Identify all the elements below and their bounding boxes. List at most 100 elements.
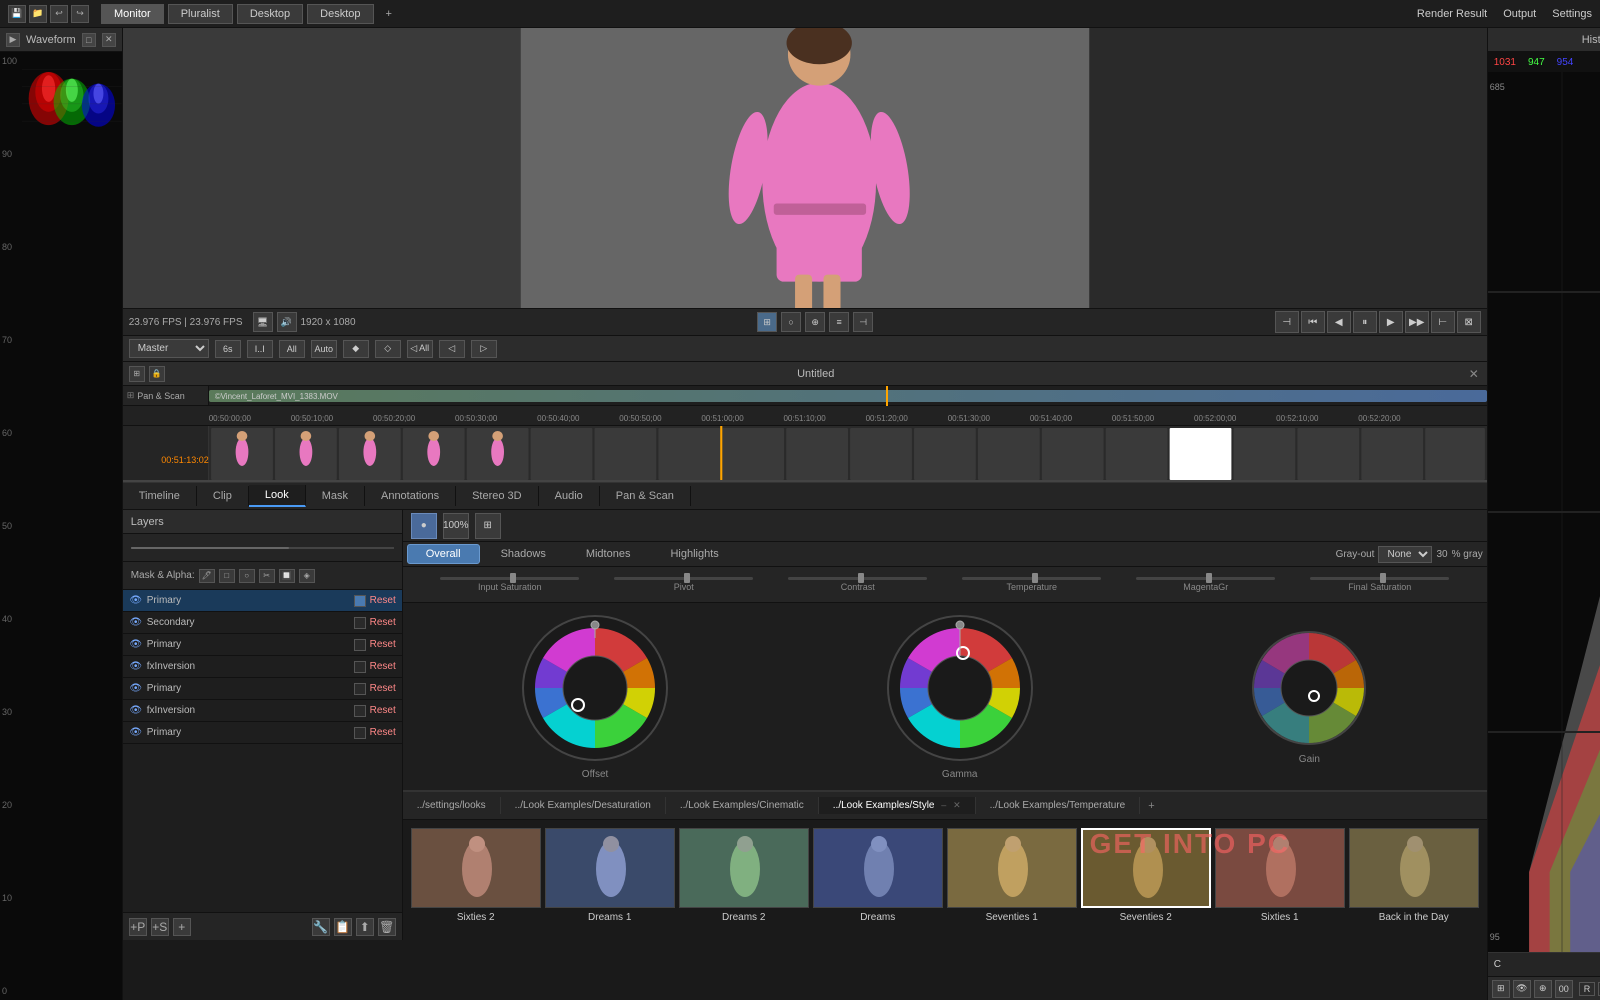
layer-reset-4[interactable]: Reset xyxy=(370,661,396,672)
tab-annotations[interactable]: Annotations xyxy=(365,486,456,506)
grayout-select[interactable]: None xyxy=(1378,546,1432,563)
waveform-expand-btn[interactable]: □ xyxy=(82,33,96,47)
opacity-slider[interactable] xyxy=(131,547,394,549)
layer-reset-3[interactable]: Reset xyxy=(370,639,396,650)
menu-tab-pluralist[interactable]: Pluralist xyxy=(168,4,233,24)
hist-100-btn[interactable]: 00 xyxy=(1555,980,1573,998)
layer-reset-2[interactable]: Reset xyxy=(370,617,396,628)
hist-grid-btn[interactable]: ⊕ xyxy=(1534,980,1552,998)
layer-delete-btn[interactable]: 🗑 xyxy=(378,918,396,936)
audio-icon[interactable]: 🔊 xyxy=(277,312,297,332)
mask-icon-3[interactable]: ○ xyxy=(239,569,255,583)
tc-all-btn[interactable]: All xyxy=(279,340,305,358)
final-saturation-handle[interactable] xyxy=(1380,573,1386,583)
layer-copy-btn[interactable]: 📋 xyxy=(334,918,352,936)
transport-fwd-btn[interactable]: ▶▶ xyxy=(1405,311,1429,333)
waveform-close-btn[interactable]: ✕ xyxy=(102,33,116,47)
magenta-slider[interactable] xyxy=(1136,577,1275,580)
view-mode-btn1[interactable]: ⊞ xyxy=(757,312,777,332)
hist-r-channel[interactable]: R xyxy=(1579,982,1596,996)
undo-icon[interactable]: ↩ xyxy=(50,5,68,23)
layer-check-6[interactable] xyxy=(354,705,366,717)
view-mode-btn4[interactable]: ≡ xyxy=(829,312,849,332)
render-result-btn[interactable]: Render Result xyxy=(1417,8,1487,20)
transport-prev-btn[interactable]: ⊣ xyxy=(1275,311,1299,333)
tab-mask[interactable]: Mask xyxy=(306,486,365,506)
layer-check-4[interactable] xyxy=(354,661,366,673)
gamma-wheel-svg[interactable] xyxy=(885,613,1035,763)
save-icon[interactable]: 💾 xyxy=(8,5,26,23)
input-saturation-handle[interactable] xyxy=(510,573,516,583)
tab-audio[interactable]: Audio xyxy=(539,486,600,506)
grade-tab-shadows[interactable]: Shadows xyxy=(482,544,565,564)
look-tab-add-btn[interactable]: + xyxy=(1140,797,1162,815)
tab-timeline[interactable]: Timeline xyxy=(123,486,197,506)
final-saturation-slider[interactable] xyxy=(1310,577,1449,580)
layer-item-fxinversion-2[interactable]: 👁 fxInversion Reset xyxy=(123,700,402,722)
look-tab-style-x[interactable]: ✕ xyxy=(953,800,961,810)
layer-tools-btn[interactable]: 🔧 xyxy=(312,918,330,936)
grade-tab-overall[interactable]: Overall xyxy=(407,544,480,564)
look-tab-temperature[interactable]: ../Look Examples/Temperature xyxy=(976,797,1141,814)
layer-item-primary-2[interactable]: 👁 Primary Reset xyxy=(123,634,402,656)
layer-add-secondary-btn[interactable]: +S xyxy=(151,918,169,936)
tc-prev-btn[interactable]: ◁ xyxy=(439,340,465,358)
layer-check-7[interactable] xyxy=(354,727,366,739)
view-mode-btn2[interactable]: ○ xyxy=(781,312,801,332)
tc-iai-btn[interactable]: I..I xyxy=(247,340,273,358)
grade-tab-midtones[interactable]: Midtones xyxy=(567,544,650,564)
tab-panscan[interactable]: Pan & Scan xyxy=(600,486,691,506)
output-btn[interactable]: Output xyxy=(1503,8,1536,20)
tc-next-btn[interactable]: ▷ xyxy=(471,340,497,358)
color-pct-btn[interactable]: 100% xyxy=(443,513,469,539)
pivot-slider[interactable] xyxy=(614,577,753,580)
gain-wheel-svg[interactable] xyxy=(1249,628,1369,748)
monitor-icon[interactable]: 🖥 xyxy=(253,312,273,332)
layer-reset-5[interactable]: Reset xyxy=(370,683,396,694)
temperature-slider[interactable] xyxy=(962,577,1101,580)
mask-icon-5[interactable]: 🔲 xyxy=(279,569,295,583)
tc-6s-btn[interactable]: 6s xyxy=(215,340,241,358)
master-select[interactable]: Master xyxy=(129,339,209,358)
layer-item-fxinversion-1[interactable]: 👁 fxInversion Reset xyxy=(123,656,402,678)
menu-tab-monitor[interactable]: Monitor xyxy=(101,4,164,24)
look-item-sixties2[interactable]: Sixties 2 xyxy=(411,828,541,932)
transport-mark-btn[interactable]: ⊠ xyxy=(1457,311,1481,333)
layer-item-primary-3[interactable]: 👁 Primary Reset xyxy=(123,678,402,700)
look-item-sixties1[interactable]: Sixties 1 xyxy=(1215,828,1345,932)
look-tab-style[interactable]: ../Look Examples/Style – ✕ xyxy=(819,797,976,814)
look-item-back-day[interactable]: Back in the Day xyxy=(1349,828,1479,932)
layer-check-5[interactable] xyxy=(354,683,366,695)
tab-look[interactable]: Look xyxy=(249,485,306,507)
input-saturation-slider[interactable] xyxy=(440,577,579,580)
contrast-slider[interactable] xyxy=(788,577,927,580)
menu-tab-desktop1[interactable]: Desktop xyxy=(237,4,303,24)
track-content-panscan[interactable]: ©Vincent_Laforet_MVI_1383.MOV xyxy=(209,386,1487,406)
tc-diamond-btn[interactable]: ◇ xyxy=(375,340,401,358)
tl-icon1[interactable]: ⊞ xyxy=(129,366,145,382)
mask-icon-6[interactable]: ◈ xyxy=(299,569,315,583)
color-mode-circle-btn[interactable]: ● xyxy=(411,513,437,539)
layer-item-secondary[interactable]: 👁 Secondary Reset xyxy=(123,612,402,634)
look-item-seventies1[interactable]: Seventies 1 xyxy=(947,828,1077,932)
tc-dot-btn[interactable]: ◆ xyxy=(343,340,369,358)
look-item-seventies2[interactable]: Seventies 2 xyxy=(1081,828,1211,932)
waveform-play-btn[interactable]: ▶ xyxy=(6,33,20,47)
look-item-dreams2[interactable]: Dreams 2 xyxy=(679,828,809,932)
settings-btn[interactable]: Settings xyxy=(1552,8,1592,20)
look-tab-settings[interactable]: ../settings/looks xyxy=(403,797,501,814)
add-tab-button[interactable]: + xyxy=(378,5,400,23)
layer-reset-7[interactable]: Reset xyxy=(370,727,396,738)
layer-check-3[interactable] xyxy=(354,639,366,651)
transport-back-btn[interactable]: ◀ xyxy=(1327,311,1351,333)
timeline-close-btn[interactable]: ✕ xyxy=(1467,367,1481,381)
tc-auto-btn[interactable]: Auto xyxy=(311,340,337,358)
mask-icon-2[interactable]: □ xyxy=(219,569,235,583)
layer-add-btn[interactable]: + xyxy=(173,918,191,936)
look-tab-style-close[interactable]: – xyxy=(941,800,946,810)
mask-icon-4[interactable]: ✂ xyxy=(259,569,275,583)
look-item-dreams1[interactable]: Dreams 1 xyxy=(545,828,675,932)
layer-add-primary-btn[interactable]: +P xyxy=(129,918,147,936)
look-tab-cinematic[interactable]: ../Look Examples/Cinematic xyxy=(666,797,819,814)
hist-eye-btn[interactable]: 👁 xyxy=(1513,980,1531,998)
